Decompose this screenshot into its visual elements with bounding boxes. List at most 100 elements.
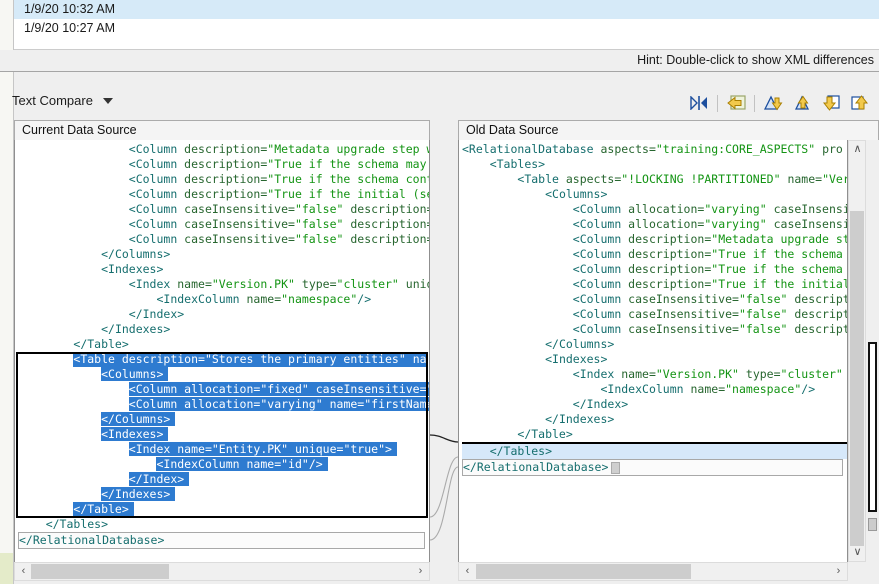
previous-change-button[interactable] [849, 94, 871, 112]
vertical-scroll-thumb[interactable] [850, 211, 864, 546]
scroll-right-arrow-icon[interactable]: › [830, 563, 847, 580]
code-line[interactable]: <Columns> [462, 187, 847, 202]
diff-connector-curves [430, 140, 458, 562]
scroll-left-arrow-icon[interactable]: ‹ [15, 563, 32, 580]
code-line[interactable]: </Table> [18, 502, 429, 517]
code-line[interactable]: <Column caseInsensitive="false" descript… [18, 232, 429, 247]
code-line[interactable]: <IndexColumn name="namespace"/> [18, 292, 429, 307]
scroll-left-arrow-icon[interactable]: ‹ [459, 563, 476, 580]
code-line[interactable]: </RelationalDatabase> [462, 459, 843, 476]
left-pane-title: Current Data Source [22, 123, 137, 137]
code-line[interactable]: <Columns> [18, 367, 429, 382]
code-line[interactable]: </Index> [18, 307, 429, 322]
overview-diff-marker[interactable] [868, 342, 877, 512]
code-line[interactable]: </Index> [462, 397, 847, 412]
code-line[interactable]: </Tables> [462, 442, 847, 459]
code-line[interactable]: </Table> [18, 337, 429, 352]
code-line[interactable]: </Table> [462, 427, 847, 442]
hint-bar: Hint: Double-click to show XML differenc… [0, 50, 879, 72]
code-line[interactable]: <Table description="Stores the primary e… [18, 352, 429, 367]
code-line[interactable]: <Column caseInsensitive="false" descript… [462, 292, 847, 307]
left-pane-header: Current Data Source [14, 120, 430, 141]
selection-end-block [611, 462, 620, 474]
code-line[interactable]: <Column description="True if the schema … [18, 157, 429, 172]
history-row[interactable]: 1/9/20 10:32 AM [14, 0, 879, 19]
history-row[interactable]: 1/9/20 10:27 AM [14, 19, 879, 38]
horizontal-scroll-thumb[interactable] [476, 564, 691, 579]
code-line[interactable]: <IndexColumn name="namespace"/> [462, 382, 847, 397]
right-code-pane[interactable]: <RelationalDatabase aspects="training:CO… [458, 140, 848, 562]
next-difference-button[interactable] [762, 94, 784, 112]
code-line[interactable]: <RelationalDatabase aspects="training:CO… [462, 142, 847, 157]
code-line[interactable]: <Column description="True if the schema … [462, 262, 847, 277]
code-line[interactable]: </Indexes> [462, 412, 847, 427]
compare-editor-window: 1/9/20 10:32 AM1/9/20 10:27 AM Hint: Dou… [0, 0, 879, 584]
right-vertical-scrollbar[interactable]: ∧ ∨ [848, 140, 866, 562]
code-line[interactable]: <Indexes> [18, 427, 429, 442]
left-code-content[interactable]: <Column description="Metadata upgrade st… [15, 140, 429, 549]
hint-text: Hint: Double-click to show XML differenc… [637, 53, 874, 67]
view-mode-selector[interactable]: Text Compare [12, 93, 113, 108]
left-code-pane[interactable]: <Column description="Metadata upgrade st… [14, 140, 430, 562]
code-line[interactable]: </RelationalDatabase> [18, 532, 425, 549]
next-change-button[interactable] [820, 94, 842, 112]
code-line[interactable]: </Columns> [462, 337, 847, 352]
code-line[interactable]: <Column caseInsensitive="false" descript… [462, 307, 847, 322]
code-line[interactable]: <Column allocation="varying" name="first… [18, 397, 429, 412]
code-line[interactable]: <Column description="Metadata upgrade st… [462, 232, 847, 247]
code-line[interactable]: </Tables> [18, 517, 429, 532]
overview-change-marker[interactable] [868, 518, 877, 531]
overview-ruler [866, 140, 879, 584]
compare-toolbar: Text Compare [0, 72, 879, 120]
previous-change-icon [850, 95, 870, 111]
code-line[interactable]: <IndexColumn name="id"/> [18, 457, 429, 472]
history-list[interactable]: 1/9/20 10:32 AM1/9/20 10:27 AM [14, 0, 879, 50]
code-line[interactable]: <Index name="Entity.PK" unique="true"> [18, 442, 429, 457]
code-line[interactable]: <Index name="Version.PK" type="cluster" … [462, 367, 847, 382]
view-mode-label: Text Compare [12, 93, 93, 108]
code-line[interactable]: <Column description="True if the initial… [462, 277, 847, 292]
code-line[interactable]: </Columns> [18, 412, 429, 427]
toolbar-separator [717, 95, 718, 112]
code-line[interactable]: <Indexes> [462, 352, 847, 367]
next-difference-icon [763, 95, 783, 111]
swap-left-and-right-icon [689, 96, 709, 110]
code-line[interactable]: <Column allocation="varying" caseInsensi… [462, 217, 847, 232]
diff-connector-gutter [430, 140, 458, 562]
right-pane-title: Old Data Source [466, 123, 558, 137]
left-horizontal-scrollbar[interactable]: ‹ › [14, 562, 430, 581]
code-line[interactable]: </Columns> [18, 247, 429, 262]
toolbar-icons [688, 94, 871, 112]
code-line[interactable]: </Index> [18, 472, 429, 487]
code-line[interactable]: <Column caseInsensitive="false" descript… [18, 202, 429, 217]
code-line[interactable]: <Column caseInsensitive="false" descript… [462, 322, 847, 337]
toolbar-separator [754, 95, 755, 112]
chevron-down-icon [103, 98, 113, 104]
swap-left-and-right-button[interactable] [688, 94, 710, 112]
code-line[interactable]: </Indexes> [18, 322, 429, 337]
code-line[interactable]: <Column description="True if the initial… [18, 187, 429, 202]
next-change-icon [821, 95, 841, 111]
scroll-down-arrow-icon[interactable]: ∨ [849, 544, 866, 561]
right-pane-header: Old Data Source [458, 120, 879, 141]
copy-left-arrow-icon [726, 95, 746, 111]
code-line[interactable]: <Tables> [462, 157, 847, 172]
code-line[interactable]: <Index name="Version.PK" type="cluster" … [18, 277, 429, 292]
copy-right-to-left-button[interactable] [725, 94, 747, 112]
code-line[interactable]: <Column allocation="varying" caseInsensi… [462, 202, 847, 217]
code-line[interactable]: <Indexes> [18, 262, 429, 277]
code-line[interactable]: <Column description="True if the schema … [462, 247, 847, 262]
code-line[interactable]: <Column description="Metadata upgrade st… [18, 142, 429, 157]
code-line[interactable]: <Column caseInsensitive="false" descript… [18, 217, 429, 232]
scroll-right-arrow-icon[interactable]: › [412, 563, 429, 580]
code-line[interactable]: <Table aspects="!LOCKING !PARTITIONED" n… [462, 172, 847, 187]
code-line[interactable]: </Indexes> [18, 487, 429, 502]
code-line[interactable]: <Column allocation="fixed" caseInsensiti… [18, 382, 429, 397]
right-code-content[interactable]: <RelationalDatabase aspects="training:CO… [459, 140, 847, 476]
editor-frame-accent [0, 553, 13, 584]
previous-difference-button[interactable] [791, 94, 813, 112]
scroll-up-arrow-icon[interactable]: ∧ [849, 141, 866, 158]
horizontal-scroll-thumb[interactable] [31, 564, 169, 579]
code-line[interactable]: <Column description="True if the schema … [18, 172, 429, 187]
right-horizontal-scrollbar[interactable]: ‹ › [458, 562, 848, 581]
